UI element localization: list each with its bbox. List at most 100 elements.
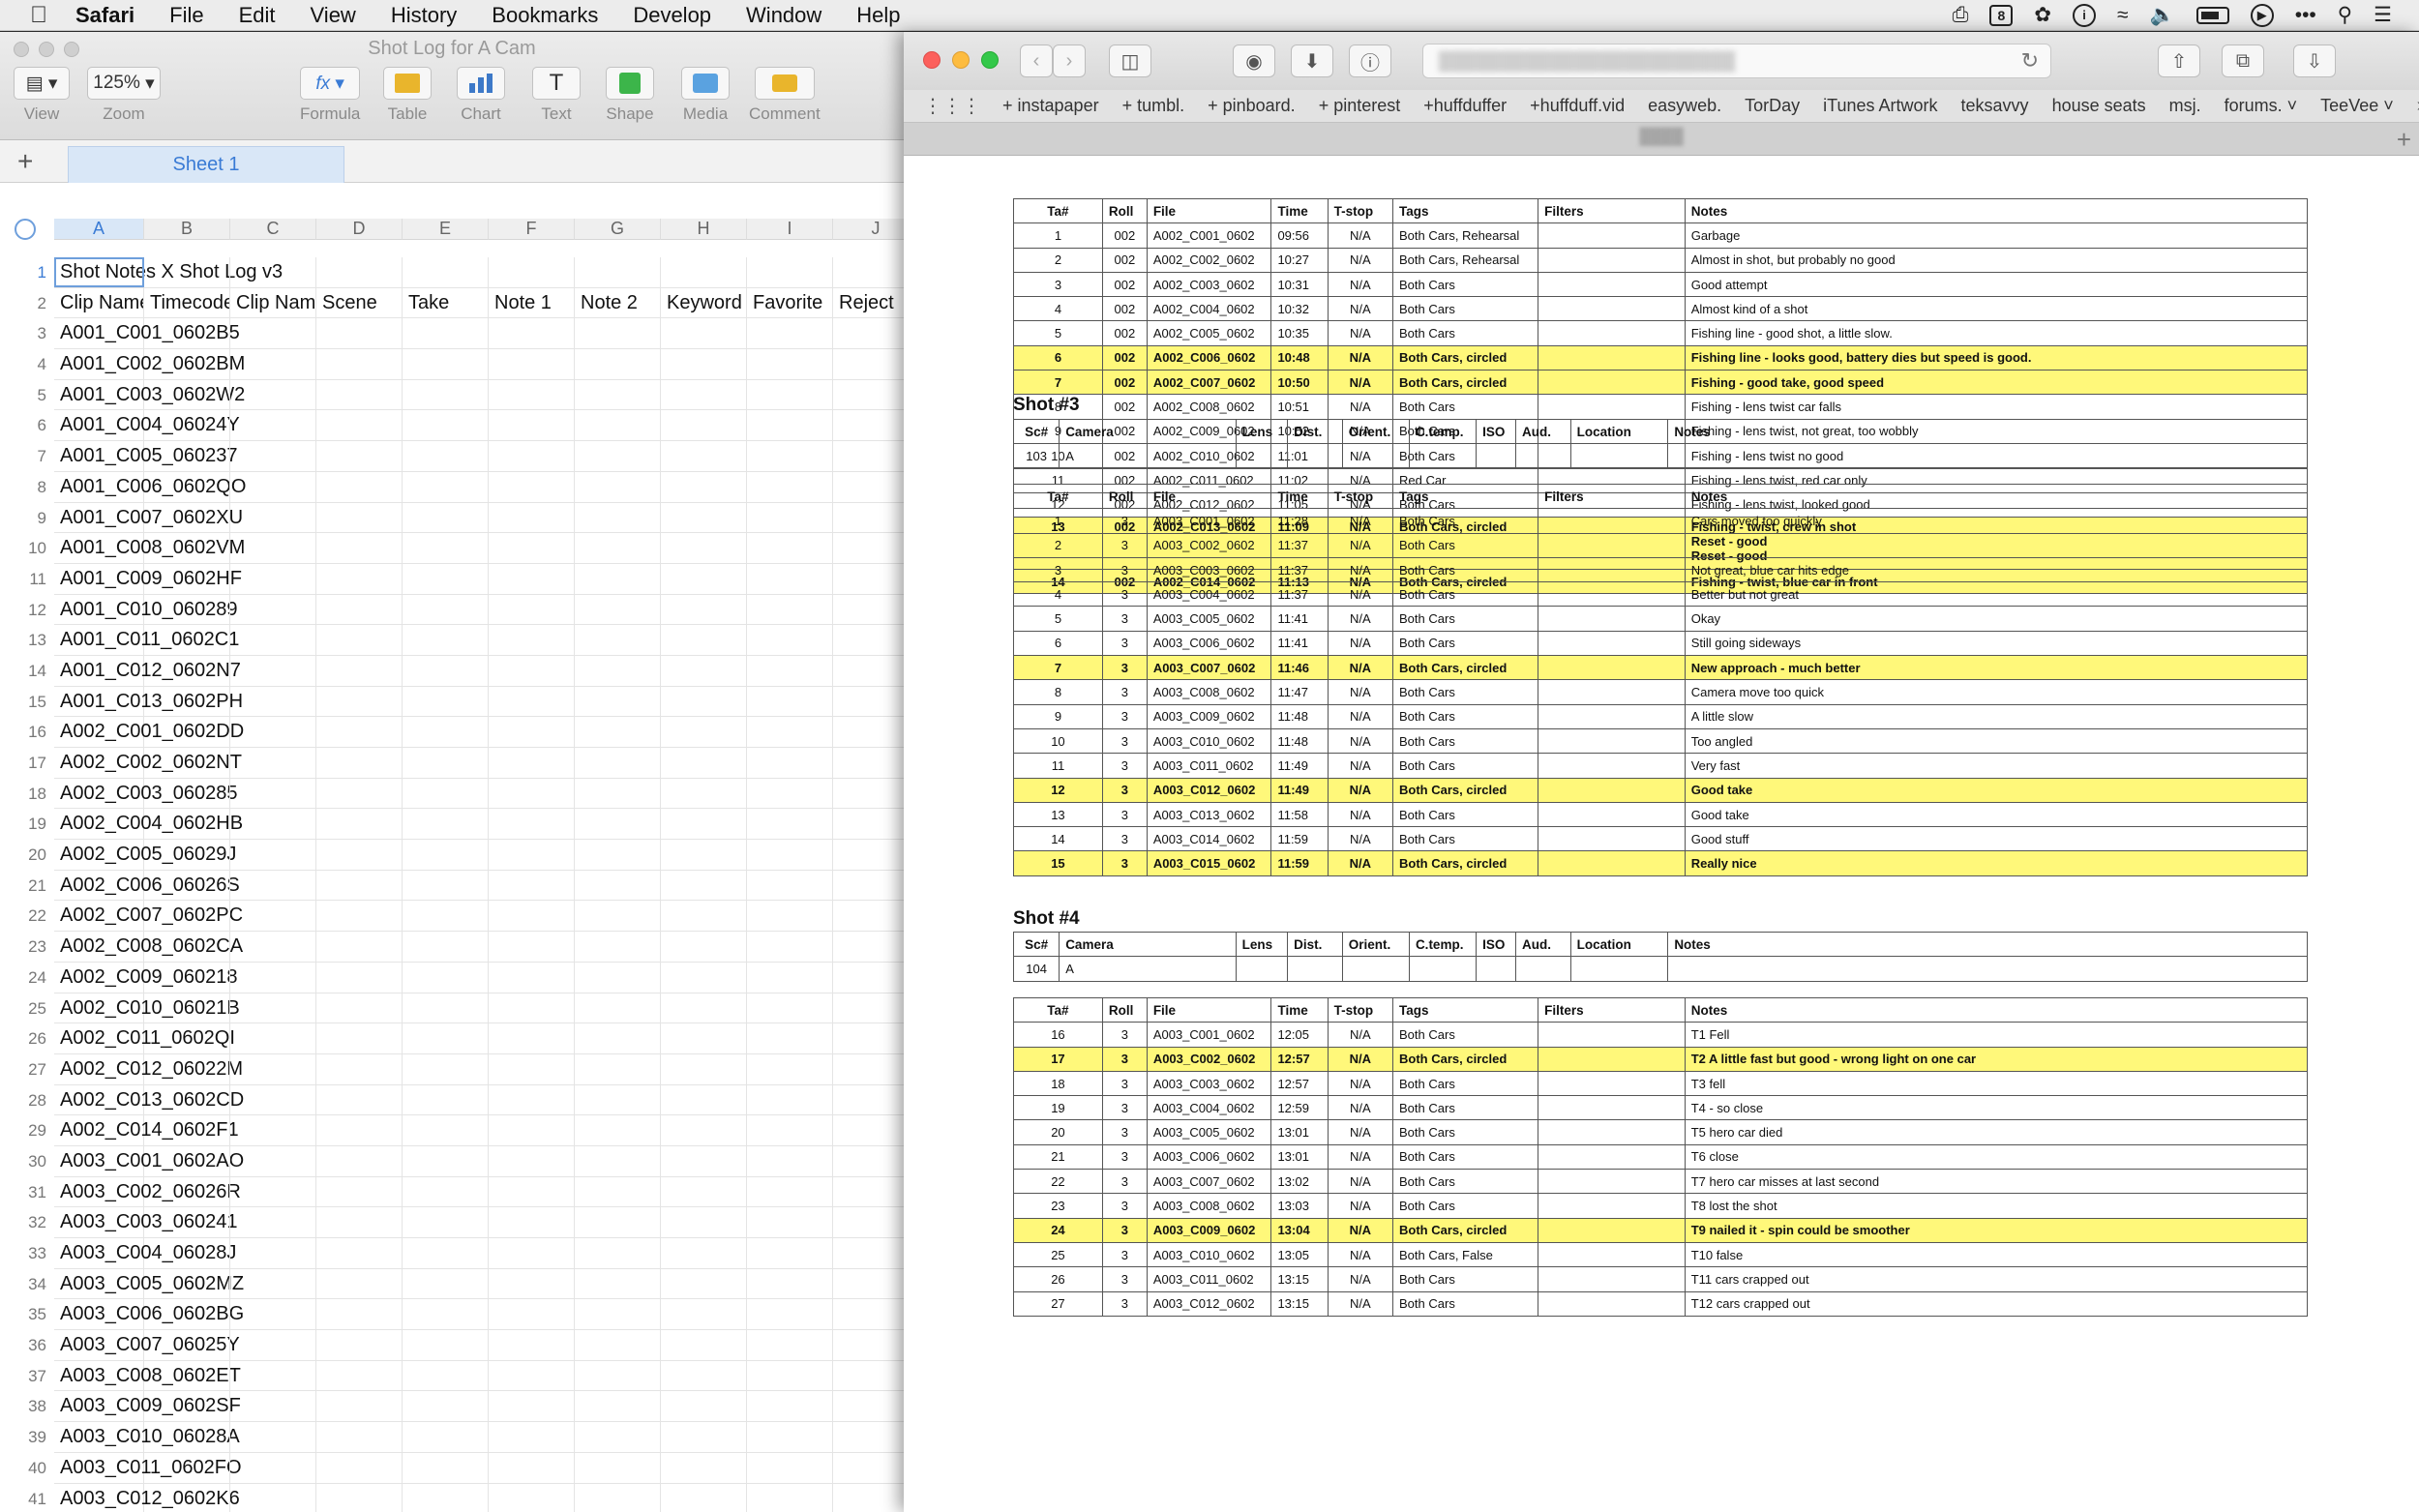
cell[interactable] <box>403 318 489 349</box>
cell[interactable] <box>833 257 904 287</box>
cell[interactable] <box>661 1238 747 1268</box>
cell[interactable] <box>833 1330 904 1360</box>
clip-name-cell[interactable]: A002_C008_0602CA <box>54 932 243 962</box>
cell[interactable] <box>661 870 747 901</box>
cell[interactable] <box>489 257 575 287</box>
text-button[interactable]: T Text <box>532 67 581 124</box>
row-header[interactable]: 33 <box>0 1238 54 1269</box>
cell[interactable] <box>661 748 747 778</box>
more-icon[interactable]: ••• <box>2295 4 2316 27</box>
cell[interactable] <box>661 1023 747 1053</box>
cell[interactable] <box>833 1361 904 1391</box>
row-header[interactable]: 30 <box>0 1146 54 1177</box>
cell[interactable] <box>747 1084 833 1115</box>
cell[interactable] <box>144 1360 230 1391</box>
cell[interactable] <box>747 717 833 747</box>
downloads-icon[interactable]: ⇩ <box>2293 44 2336 77</box>
clip-name-cell[interactable]: A003_C003_060241 <box>54 1207 238 1237</box>
minimize-icon[interactable] <box>952 51 970 69</box>
header-cell[interactable]: Note 1 <box>489 287 575 318</box>
cell[interactable] <box>833 1207 904 1237</box>
column-header-f[interactable]: F <box>489 219 575 240</box>
cell[interactable] <box>144 379 230 410</box>
cell[interactable] <box>575 533 661 563</box>
cell[interactable] <box>489 625 575 655</box>
cell[interactable] <box>747 441 833 471</box>
clip-name-cell[interactable]: A001_C007_0602XU <box>54 502 243 533</box>
cell[interactable] <box>489 502 575 533</box>
cell[interactable] <box>403 441 489 471</box>
cell[interactable] <box>316 1391 403 1422</box>
cell[interactable] <box>575 563 661 594</box>
cell[interactable] <box>144 962 230 993</box>
apple-icon[interactable]:  <box>19 2 58 29</box>
cell[interactable] <box>833 901 904 931</box>
cell[interactable] <box>833 871 904 901</box>
cell[interactable] <box>747 349 833 379</box>
cell[interactable] <box>403 932 489 962</box>
zoom-icon[interactable] <box>981 51 999 69</box>
clip-name-cell[interactable]: A001_C010_060289 <box>54 594 238 625</box>
cell[interactable] <box>833 809 904 839</box>
cell[interactable] <box>316 563 403 594</box>
cell[interactable] <box>747 1023 833 1053</box>
cell[interactable] <box>316 533 403 563</box>
cell[interactable] <box>316 594 403 625</box>
cell[interactable] <box>747 1176 833 1207</box>
menu-help[interactable]: Help <box>839 3 917 28</box>
cell[interactable] <box>489 1084 575 1115</box>
cell[interactable] <box>661 655 747 686</box>
cell[interactable] <box>316 410 403 441</box>
menu-view[interactable]: View <box>293 3 373 28</box>
cell[interactable] <box>661 1268 747 1299</box>
cell[interactable] <box>403 655 489 686</box>
row-header[interactable]: 8 <box>0 472 54 503</box>
cell[interactable] <box>575 717 661 747</box>
cell[interactable] <box>833 1177 904 1207</box>
cell[interactable] <box>747 748 833 778</box>
row-header[interactable]: 6 <box>0 410 54 441</box>
column-header-c[interactable]: C <box>230 219 316 240</box>
cell[interactable] <box>403 840 489 870</box>
cell[interactable] <box>144 533 230 563</box>
printer-icon[interactable]: ⎙ <box>1953 4 1969 27</box>
cell[interactable] <box>575 318 661 349</box>
formula-button[interactable]: fx ▾ Formula <box>300 67 360 124</box>
cell[interactable] <box>489 1023 575 1053</box>
cell[interactable] <box>230 962 316 993</box>
cell[interactable] <box>661 1115 747 1145</box>
forward-icon[interactable]: › <box>1053 44 1086 77</box>
cell[interactable] <box>833 318 904 348</box>
cell[interactable] <box>230 625 316 655</box>
cell[interactable] <box>489 1207 575 1237</box>
cell[interactable] <box>144 1053 230 1084</box>
header-cell[interactable]: Note 2 <box>575 287 661 318</box>
notification-center-icon[interactable]: ☰ <box>2374 3 2392 27</box>
tab-sheet-1[interactable]: Sheet 1 <box>68 146 344 183</box>
zoom-control[interactable]: 125% ▾ Zoom <box>87 67 161 124</box>
cell[interactable] <box>230 1299 316 1330</box>
cell[interactable] <box>316 993 403 1023</box>
cell[interactable] <box>489 870 575 901</box>
cell[interactable] <box>403 1483 489 1512</box>
cell[interactable] <box>489 1299 575 1330</box>
cell[interactable] <box>661 318 747 349</box>
cell[interactable] <box>575 625 661 655</box>
cell[interactable] <box>489 563 575 594</box>
cell[interactable] <box>230 379 316 410</box>
cell[interactable] <box>661 1207 747 1237</box>
cell[interactable] <box>144 870 230 901</box>
cell[interactable] <box>661 686 747 717</box>
cell[interactable] <box>230 1330 316 1360</box>
reload-icon[interactable]: ↻ <box>2021 48 2039 74</box>
cell[interactable] <box>489 1330 575 1360</box>
cell[interactable] <box>403 901 489 932</box>
header-cell[interactable]: Clip Name <box>54 287 144 318</box>
cell[interactable] <box>575 1360 661 1391</box>
cell[interactable] <box>403 533 489 563</box>
cell[interactable] <box>144 1238 230 1268</box>
menu-bookmarks[interactable]: Bookmarks <box>474 3 615 28</box>
add-sheet-icon[interactable]: + <box>17 146 33 177</box>
cell[interactable] <box>661 717 747 747</box>
cell[interactable] <box>661 1176 747 1207</box>
